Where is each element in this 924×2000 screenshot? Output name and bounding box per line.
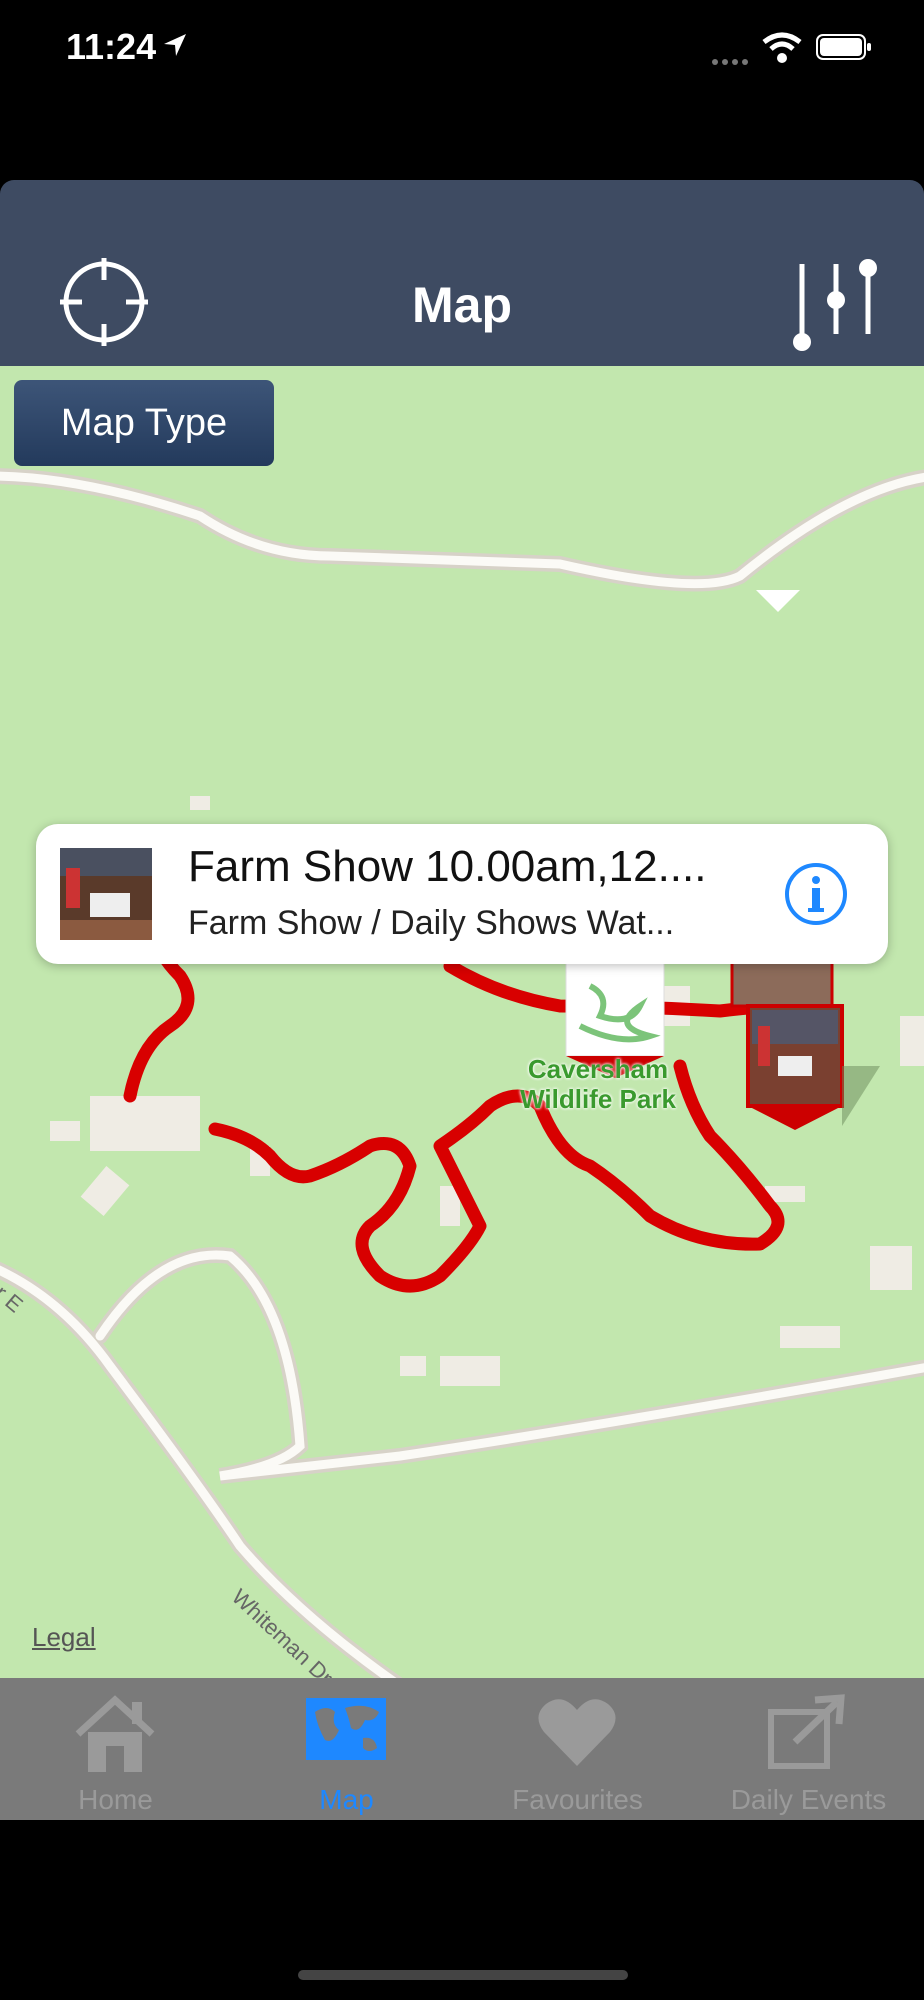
signal-icon: [712, 52, 752, 70]
battery-icon: [816, 34, 871, 60]
tab-daily-events[interactable]: Daily Events: [693, 1678, 924, 1820]
map-type-button[interactable]: Map Type: [14, 380, 274, 466]
location-arrow-icon: [164, 34, 186, 56]
tab-label: Daily Events: [730, 1784, 887, 1815]
heart-icon: [538, 1699, 616, 1766]
callout-subtitle: Farm Show / Daily Shows Wat...: [188, 904, 675, 942]
poi-label-line1: Caversham: [527, 1054, 669, 1084]
tab-home[interactable]: Home: [0, 1678, 231, 1820]
tab-favourites[interactable]: Favourites: [462, 1678, 693, 1820]
tab-bar: Home Map Favourites Daily Events: [0, 1678, 924, 1820]
status-time: 11:24: [66, 26, 157, 67]
navigation-bar: Map: [0, 180, 924, 366]
wifi-icon: [762, 32, 802, 63]
map-icon: [306, 1698, 386, 1760]
notch: [226, 0, 698, 66]
poi-pin-farm-show[interactable]: [746, 1004, 880, 1130]
tab-label: Map: [319, 1784, 374, 1815]
share-icon: [768, 1694, 845, 1769]
callout-thumbnail: [60, 848, 152, 940]
home-indicator[interactable]: [298, 1970, 628, 1980]
poi-label-wildlife-park[interactable]: Caversham Wildlife Park: [508, 1054, 688, 1114]
info-icon[interactable]: [784, 862, 848, 926]
tab-map[interactable]: Map: [231, 1678, 462, 1820]
filter-sliders-icon[interactable]: [786, 254, 884, 354]
home-icon: [75, 1695, 155, 1772]
callout-title: Farm Show 10.00am,12....: [188, 842, 707, 891]
callout-tail: [756, 590, 800, 612]
tab-label: Home: [78, 1784, 153, 1815]
poi-label-line2: Wildlife Park: [520, 1084, 676, 1114]
annotation-callout[interactable]: Farm Show 10.00am,12.... Farm Show / Dai…: [36, 824, 888, 964]
map-base: [0, 468, 924, 1678]
legal-link[interactable]: Legal: [32, 1622, 96, 1653]
tab-label: Favourites: [512, 1784, 643, 1815]
status-bar: 11:24: [0, 0, 924, 100]
map-view[interactable]: Map Type Caversham Wildlife Park Whitema…: [0, 366, 924, 1678]
phone-screen: 11:24 Map Map Type Caversham Wildlife Pa…: [0, 0, 924, 2000]
